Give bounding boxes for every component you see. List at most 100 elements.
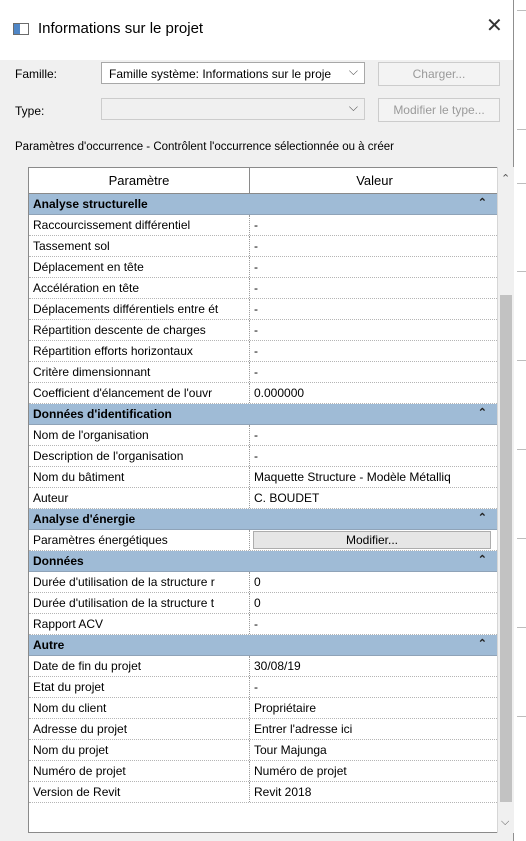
table-row[interactable]: Critère dimensionnant - xyxy=(29,362,497,383)
title-bar: Informations sur le projet ✕ xyxy=(0,0,513,60)
table-row[interactable]: Numéro de projet Numéro de projet xyxy=(29,761,497,782)
parameter-value[interactable]: 0 xyxy=(254,575,494,589)
parameter-value[interactable]: - xyxy=(254,449,494,463)
parameter-value[interactable]: - xyxy=(254,617,494,631)
collapse-chevron-icon[interactable]: ⌃ xyxy=(478,511,487,524)
famille-select[interactable]: Famille système: Informations sur le pro… xyxy=(101,62,365,84)
collapse-chevron-icon[interactable]: ⌃ xyxy=(478,406,487,419)
table-row[interactable]: Répartition descente de charges - xyxy=(29,320,497,341)
table-row[interactable]: Coefficient d'élancement de l'ouvr 0.0000… xyxy=(29,383,497,404)
background-strip xyxy=(514,0,526,841)
parameter-value[interactable]: - xyxy=(254,302,494,316)
table-row[interactable]: Raccourcissement différentiel - xyxy=(29,215,497,236)
close-icon[interactable]: ✕ xyxy=(486,16,503,36)
parameter-value[interactable]: C. BOUDET xyxy=(254,491,494,505)
modifier-type-button[interactable]: Modifier le type... xyxy=(378,98,500,122)
column-divider xyxy=(249,698,250,718)
parameter-value[interactable]: - xyxy=(254,428,494,442)
parameter-name: Nom du client xyxy=(33,701,107,715)
group-title: Données d'identification xyxy=(33,407,172,421)
parameter-value[interactable]: 30/08/19 xyxy=(254,659,494,673)
group-header[interactable]: Autre ⌃ xyxy=(29,635,497,656)
parameter-value[interactable]: - xyxy=(254,680,494,694)
table-row[interactable]: Auteur C. BOUDET xyxy=(29,488,497,509)
column-divider xyxy=(249,278,250,298)
parameter-name: Paramètres énergétiques xyxy=(33,533,168,547)
parameter-name: Tassement sol xyxy=(33,239,110,253)
scroll-up-icon[interactable]: ⌃ xyxy=(501,172,510,185)
properties-grid: Paramètre Valeur Analyse structurelle ⌃ Ra… xyxy=(28,167,498,833)
chevron-down-icon: ⌵ xyxy=(348,64,358,78)
table-row[interactable]: Nom de l'organisation - xyxy=(29,425,497,446)
parameter-name: Répartition descente de charges xyxy=(33,323,206,337)
parameter-value[interactable]: Tour Majunga xyxy=(254,743,494,757)
collapse-chevron-icon[interactable]: ⌃ xyxy=(478,553,487,566)
grid-scrollbar[interactable]: ⌃ ⌵ xyxy=(497,167,514,833)
type-select[interactable]: ⌵ xyxy=(101,98,365,120)
table-row[interactable]: Version de Revit Revit 2018 xyxy=(29,782,497,803)
table-row[interactable]: Rapport ACV - xyxy=(29,614,497,635)
modifier-energy-button[interactable]: Modifier... xyxy=(253,531,491,549)
project-info-dialog: Informations sur le projet ✕ Famille: Fa… xyxy=(0,0,514,841)
parameter-value[interactable]: - xyxy=(254,260,494,274)
group-header[interactable]: Données d'identification ⌃ xyxy=(29,404,497,425)
table-row[interactable]: Nom du bâtiment Maquette Structure - Modè… xyxy=(29,467,497,488)
column-divider xyxy=(249,362,250,382)
parameter-value[interactable]: - xyxy=(254,281,494,295)
column-divider xyxy=(249,236,250,256)
charger-button[interactable]: Charger... xyxy=(378,62,500,86)
parameter-value[interactable]: Revit 2018 xyxy=(254,785,494,799)
dialog-window-icon xyxy=(13,23,29,35)
table-row[interactable]: Date de fin du projet 30/08/19 xyxy=(29,656,497,677)
table-row[interactable]: Description de l'organisation - xyxy=(29,446,497,467)
parameter-name: Déplacement en tête xyxy=(33,260,144,274)
parameter-value[interactable]: Entrer l'adresse ici xyxy=(254,722,494,736)
column-divider xyxy=(249,656,250,676)
group-title: Analyse d'énergie xyxy=(33,512,136,526)
column-divider xyxy=(249,782,250,802)
parameter-value[interactable]: Numéro de projet xyxy=(254,764,494,778)
table-row[interactable]: Déplacements différentiels entre ét - xyxy=(29,299,497,320)
group-header[interactable]: Analyse d'énergie ⌃ xyxy=(29,509,497,530)
parameter-value[interactable]: - xyxy=(254,365,494,379)
table-row[interactable]: Durée d'utilisation de la structure t 0 xyxy=(29,593,497,614)
column-divider xyxy=(249,215,250,235)
column-divider xyxy=(249,677,250,697)
scroll-thumb[interactable] xyxy=(500,295,512,802)
collapse-chevron-icon[interactable]: ⌃ xyxy=(478,637,487,650)
table-row[interactable]: Durée d'utilisation de la structure r 0 xyxy=(29,572,497,593)
parameter-name: Date de fin du projet xyxy=(33,659,142,673)
parameter-value[interactable]: - xyxy=(254,239,494,253)
parameter-name: Auteur xyxy=(33,491,69,505)
column-divider xyxy=(249,761,250,781)
table-row[interactable]: Déplacement en tête - xyxy=(29,257,497,278)
parameter-value[interactable]: 0 xyxy=(254,596,494,610)
parameter-value[interactable]: - xyxy=(254,218,494,232)
parameter-value[interactable]: Maquette Structure - Modèle Métalliq xyxy=(254,470,494,484)
table-row[interactable]: Paramètres énergétiques Modifier... xyxy=(29,530,497,551)
parameter-name: Déplacements différentiels entre ét xyxy=(33,302,219,316)
table-row[interactable]: Tassement sol - xyxy=(29,236,497,257)
column-header-valeur[interactable]: Valeur xyxy=(250,168,497,193)
group-header[interactable]: Données ⌃ xyxy=(29,551,497,572)
parameter-value[interactable]: - xyxy=(254,323,494,337)
group-header[interactable]: Analyse structurelle ⌃ xyxy=(29,194,497,215)
famille-label: Famille: xyxy=(15,67,58,81)
table-row[interactable]: Répartition efforts horizontaux - xyxy=(29,341,497,362)
table-row[interactable]: Nom du projet Tour Majunga xyxy=(29,740,497,761)
table-row[interactable]: Nom du client Propriétaire xyxy=(29,698,497,719)
parameter-name: Rapport ACV xyxy=(33,617,104,631)
table-row[interactable]: Adresse du projet Entrer l'adresse ici xyxy=(29,719,497,740)
type-label: Type: xyxy=(15,104,45,118)
parameter-value[interactable]: Propriétaire xyxy=(254,701,494,715)
scroll-down-icon[interactable]: ⌵ xyxy=(501,816,509,829)
column-header-parametre[interactable]: Paramètre xyxy=(29,168,250,193)
parameter-value[interactable]: 0.000000 xyxy=(254,386,494,400)
parameter-value[interactable]: - xyxy=(254,344,494,358)
table-row[interactable]: Etat du projet - xyxy=(29,677,497,698)
table-row[interactable]: Accélération en tête - xyxy=(29,278,497,299)
collapse-chevron-icon[interactable]: ⌃ xyxy=(478,196,487,209)
parameter-name: Répartition efforts horizontaux xyxy=(33,344,193,358)
parameter-name: Numéro de projet xyxy=(33,764,126,778)
column-divider xyxy=(249,341,250,361)
